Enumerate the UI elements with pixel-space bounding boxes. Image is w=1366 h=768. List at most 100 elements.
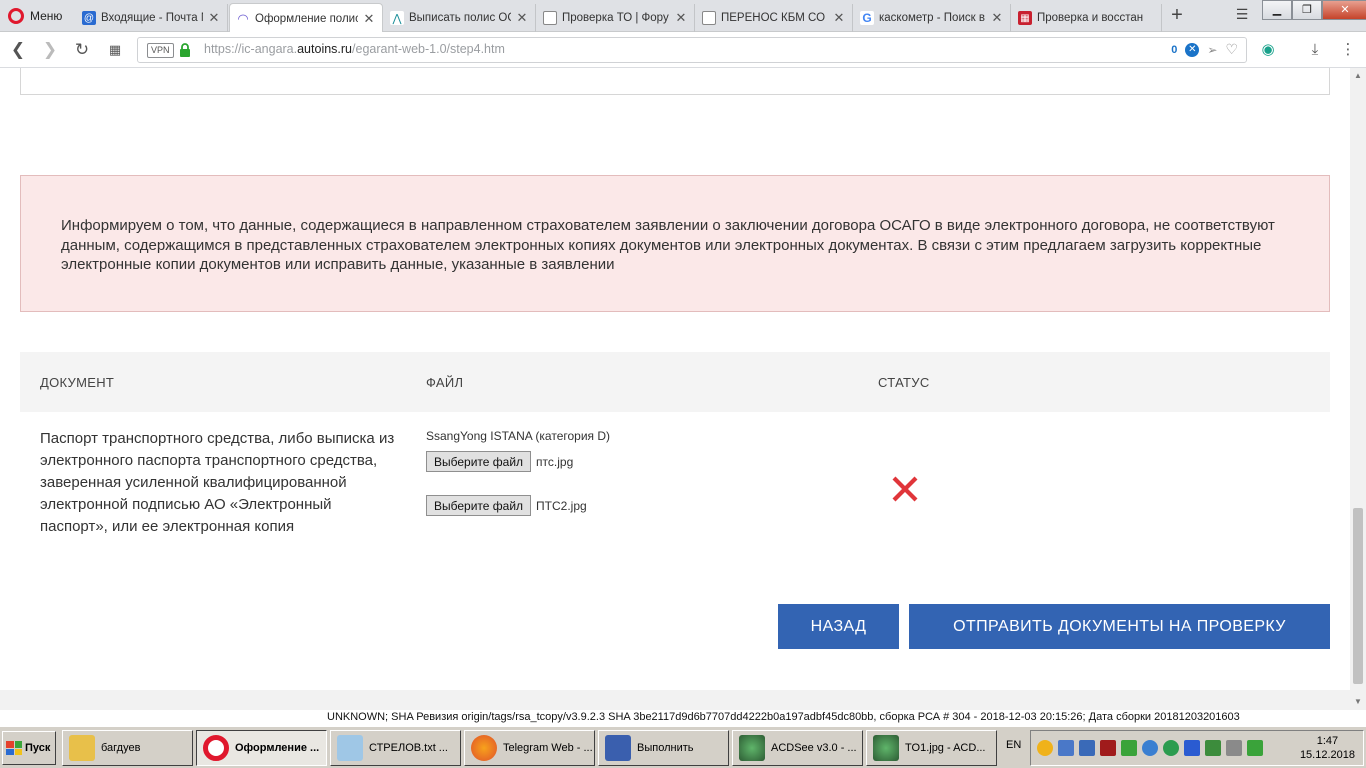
vehicle-label: SsangYong ISTANA (категория D) (426, 429, 611, 443)
task-opera[interactable]: Оформление ... (196, 730, 327, 766)
acdsee-icon (873, 735, 899, 761)
maximize-button[interactable]: ❐ (1292, 0, 1322, 20)
google-icon: G (860, 11, 874, 25)
page-icon (702, 11, 716, 25)
tray-app-icon[interactable] (1100, 740, 1116, 756)
flag-icon[interactable] (1184, 740, 1200, 756)
submit-documents-button[interactable]: ОТПРАВИТЬ ДОКУМЕНТЫ НА ПРОВЕРКУ (909, 604, 1330, 649)
mail-icon: @ (82, 11, 96, 25)
new-tab-button[interactable]: + (1166, 4, 1188, 28)
file-upload-1: Выберите файл птс.jpg (426, 451, 573, 472)
lock-icon[interactable] (179, 42, 191, 58)
url-text[interactable]: https://ic-angara.autoins.ru/egarant-web… (204, 42, 505, 56)
network-icon[interactable] (1058, 740, 1074, 756)
menu-label: Меню (30, 9, 63, 23)
speed-dial-grid-icon[interactable]: ▦ (103, 38, 127, 62)
tab-google[interactable]: G каскометр - Поиск в ✕ (854, 4, 1011, 32)
task-notepad[interactable]: СТРЕЛОВ.txt ... (330, 730, 461, 766)
run-icon (605, 735, 631, 761)
table-row: Паспорт транспортного средства, либо вып… (20, 412, 1330, 592)
close-tab-icon[interactable]: ✕ (207, 10, 221, 26)
vpn-badge[interactable]: VPN (147, 43, 174, 58)
windows-logo-icon (6, 741, 22, 755)
reload-button[interactable]: ↻ (70, 38, 94, 62)
task-folder[interactable]: багдуев (62, 730, 193, 766)
tab-policy-active[interactable]: ◠ Оформление полиса ✕ (229, 3, 383, 33)
mismatch-alert: Информируем о том, что данные, содержащи… (20, 175, 1330, 312)
choose-file-button[interactable]: Выберите файл (426, 451, 532, 472)
notepad-icon (337, 735, 363, 761)
opera-menu-button[interactable]: Меню (0, 0, 72, 32)
tab-mail[interactable]: @ Входящие - Почта M ✕ (76, 4, 228, 32)
start-button[interactable]: Пуск (2, 731, 56, 765)
language-indicator[interactable]: EN (1006, 739, 1021, 751)
downloads-icon[interactable]: ⤓ (1303, 38, 1327, 62)
page-scrollbar[interactable]: ▲ ▼ (1350, 68, 1366, 710)
acdsee-icon (739, 735, 765, 761)
tab-to-check[interactable]: Проверка ТО | Фору ✕ (537, 4, 695, 32)
tab-kbm[interactable]: ПЕРЕНОС КБМ СО СТ ✕ (696, 4, 853, 32)
task-telegram[interactable]: Telegram Web - ... (464, 730, 595, 766)
adblock-icon[interactable]: ✕ (1185, 42, 1200, 57)
address-bar[interactable]: VPN https://ic-angara.autoins.ru/egarant… (137, 37, 1247, 63)
close-tab-icon[interactable]: ✕ (515, 10, 529, 26)
bookmark-heart-icon[interactable]: ♡ (1225, 41, 1238, 58)
tab-osago[interactable]: ⋀ Выписать полис ОСА ✕ (384, 4, 536, 32)
task-run[interactable]: Выполнить (598, 730, 729, 766)
signal-icon[interactable] (1247, 740, 1263, 756)
build-info-text: UNKNOWN; SHA Ревизия origin/tags/rsa_tco… (327, 711, 1240, 723)
extension-icon[interactable]: ◉ (1256, 38, 1280, 62)
site-icon: ◠ (236, 10, 250, 26)
system-clock[interactable]: 1:47 15.12.2018 (1300, 734, 1355, 762)
file-name: птс.jpg (536, 454, 574, 469)
more-menu-icon[interactable]: ⋮ (1336, 38, 1360, 62)
system-tray: 1:47 15.12.2018 (1030, 730, 1364, 766)
file-name: ПТС2.jpg (536, 498, 587, 513)
close-tab-icon[interactable]: ✕ (990, 10, 1004, 26)
documents-table: ДОКУМЕНТ ФАЙЛ СТАТУС Паспорт транспортно… (20, 352, 1330, 592)
opera-icon (203, 735, 229, 761)
tab-menu-icon[interactable]: ☰ (1232, 6, 1252, 26)
tray-app-icon[interactable] (1079, 740, 1095, 756)
scroll-up-icon[interactable]: ▲ (1350, 68, 1366, 84)
close-tab-icon[interactable]: ✕ (832, 10, 846, 26)
previous-section-box (20, 68, 1330, 95)
tray-app-icon[interactable] (1037, 740, 1053, 756)
task-acdsee-image[interactable]: TO1.jpg - ACD... (866, 730, 997, 766)
task-acdsee[interactable]: ACDSee v3.0 - ... (732, 730, 863, 766)
minimize-button[interactable]: ▁ (1262, 0, 1292, 20)
close-tab-icon[interactable]: ✕ (362, 11, 376, 27)
opera-logo-icon (8, 8, 24, 24)
header-status: СТАТУС (878, 375, 930, 390)
firefox-icon (471, 735, 497, 761)
forward-nav-button[interactable]: ❯ (38, 38, 62, 62)
page-icon (543, 11, 557, 25)
tray-app-icon[interactable] (1205, 740, 1221, 756)
folder-icon (69, 735, 95, 761)
rsa-icon: ▦ (1018, 11, 1032, 25)
table-header: ДОКУМЕНТ ФАЙЛ СТАТУС (20, 352, 1330, 412)
security-shield-icon[interactable] (1163, 740, 1179, 756)
tab-rsa[interactable]: ▦ Проверка и восстан (1012, 4, 1162, 32)
choose-file-button[interactable]: Выберите файл (426, 495, 532, 516)
back-nav-button[interactable]: ❮ (6, 38, 30, 62)
page-footer (0, 690, 1350, 710)
volume-icon[interactable] (1226, 740, 1242, 756)
alert-text: Информируем о том, что данные, содержащи… (61, 217, 1275, 273)
windows-taskbar: Пуск багдуев Оформление ... СТРЕЛОВ.txt … (0, 726, 1366, 768)
sync-icon[interactable] (1121, 740, 1137, 756)
scroll-thumb[interactable] (1353, 508, 1363, 684)
adblock-count: 0 (1171, 43, 1178, 56)
header-file: ФАЙЛ (426, 375, 464, 390)
close-window-button[interactable]: ✕ (1322, 0, 1366, 20)
send-icon[interactable]: ➢ (1207, 43, 1217, 57)
tab-strip: Меню @ Входящие - Почта M ✕ ◠ Оформление… (0, 0, 1366, 33)
site-icon: ⋀ (390, 11, 404, 25)
scroll-down-icon[interactable]: ▼ (1350, 694, 1366, 710)
tray-app-icon[interactable] (1142, 740, 1158, 756)
close-tab-icon[interactable]: ✕ (674, 10, 688, 26)
page-content: Информируем о том, что данные, содержащи… (0, 68, 1350, 710)
file-upload-2: Выберите файл ПТС2.jpg (426, 495, 587, 516)
document-name: Паспорт транспортного средства, либо вып… (40, 430, 395, 535)
back-button[interactable]: НАЗАД (778, 604, 899, 649)
